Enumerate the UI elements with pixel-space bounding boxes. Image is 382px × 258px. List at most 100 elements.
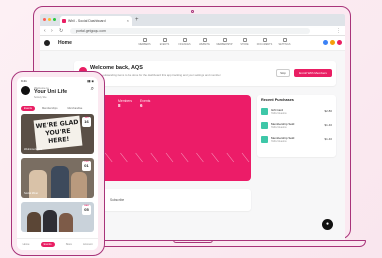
photo-person — [71, 172, 87, 198]
x-tick-label — [241, 152, 250, 163]
subscribe-label: Subscribe — [110, 198, 125, 202]
skip-button[interactable]: Skip — [276, 69, 290, 77]
event-card[interactable]: MAR 05 — [21, 202, 94, 232]
welcome-sign-image: WE'RE GLAD YOU'RE HERE! — [33, 115, 83, 151]
welcome-banner: Welcome back, AQS You have outstanding i… — [74, 61, 336, 86]
browser-tab[interactable]: Whil - Social Dashboard × — [60, 16, 132, 26]
url-input[interactable]: portal.getgoqu.com — [70, 28, 310, 34]
phone-tabs: Events Memberships Merchandise — [21, 106, 85, 111]
nav-home[interactable]: Home — [23, 243, 30, 246]
window-controls — [43, 18, 56, 21]
nav-item-finances[interactable]: FINANCES — [176, 38, 193, 46]
camera-icon — [191, 10, 194, 13]
welcome-title: Welcome back, AQS — [90, 65, 143, 71]
x-tick-label — [150, 152, 159, 163]
members-icon — [142, 38, 147, 42]
avatar[interactable] — [337, 40, 342, 45]
app-header: Home MEMBERS EVENTS FINANCES WEBSITE MEM… — [40, 36, 345, 51]
nav-item-store[interactable]: STORE — [236, 38, 253, 46]
photo-person — [51, 166, 69, 198]
website-icon — [202, 38, 207, 42]
list-item[interactable]: Membership Sold Hollis Meadow $1.40 — [261, 121, 332, 131]
purchases-title: Recent Purchases — [261, 98, 294, 102]
x-tick-label — [180, 152, 189, 163]
photo-person — [27, 212, 41, 232]
event-date-badge: MAR 05 — [82, 205, 91, 215]
header-actions — [323, 40, 342, 45]
purchase-thumbnail — [261, 108, 268, 115]
nav-item-events[interactable]: EVENTS — [156, 38, 173, 46]
status-time: 9:41 — [21, 79, 27, 83]
forward-icon[interactable]: › — [51, 27, 53, 35]
phone-subtitle: Society Site — [34, 96, 47, 99]
browser-tabbar: Whil - Social Dashboard × + — [40, 14, 345, 26]
browser-menu-icon[interactable]: ⋮ — [336, 27, 341, 35]
tab-merchandise[interactable]: Merchandise — [65, 106, 86, 111]
close-tab-icon[interactable]: × — [127, 16, 129, 26]
search-icon[interactable]: ⌕ — [91, 86, 94, 93]
back-icon[interactable]: ‹ — [44, 27, 46, 35]
favicon-icon — [62, 19, 66, 23]
nav-item-website[interactable]: WEBSITE — [196, 38, 213, 46]
tab-title: Whil - Social Dashboard — [68, 19, 106, 23]
society-logo-icon — [21, 86, 30, 95]
list-item[interactable]: Gift Card Hollis Meadow $2.80 — [261, 107, 332, 117]
top-nav: MEMBERS EVENTS FINANCES WEBSITE MEMBERSH… — [136, 38, 293, 46]
status-icons: ▮▮ ◉ — [87, 79, 94, 83]
nav-item-documents[interactable]: DOCUMENTS — [256, 38, 273, 46]
x-tick-label — [211, 152, 219, 163]
x-tick-label — [226, 152, 235, 163]
event-caption: Social Mixer — [24, 192, 39, 195]
close-window-icon[interactable] — [43, 18, 46, 21]
notification-icon[interactable] — [323, 40, 328, 45]
photo-person — [59, 213, 73, 232]
events-icon — [162, 38, 167, 42]
reload-icon[interactable]: ↻ — [59, 27, 63, 35]
x-tick-label — [120, 152, 128, 163]
laptop-notch — [173, 240, 213, 243]
welcome-subtitle: You have outstanding items to be done fo… — [90, 73, 221, 77]
store-icon — [242, 38, 247, 42]
chat-icon: ● — [325, 221, 330, 227]
nav-store[interactable]: Store — [66, 243, 72, 246]
nav-events[interactable]: Events — [40, 242, 55, 247]
nav-account[interactable]: Account — [83, 243, 92, 246]
event-date-badge: JAN 16 — [82, 117, 91, 127]
nav-item-settings[interactable]: SETTINGS — [276, 38, 293, 46]
minimize-window-icon[interactable] — [48, 18, 51, 21]
events-stat: Events 6 — [140, 99, 151, 108]
maximize-window-icon[interactable] — [53, 18, 56, 21]
phone-bottom-nav: Home Events Store Account — [17, 238, 98, 250]
event-card[interactable]: FEB 01 Social Mixer — [21, 158, 94, 198]
purchase-thumbnail — [261, 136, 268, 143]
purchase-thumbnail — [261, 122, 268, 129]
phone-frame: 9:41 ▮▮ ◉ Welcome to Your Uni Life Socie… — [11, 71, 105, 256]
members-stat: Members 8 — [118, 99, 133, 108]
x-tick-label — [135, 152, 143, 163]
event-card[interactable]: WE'RE GLAD YOU'RE HERE! JAN 16 Welcome E… — [21, 114, 94, 154]
event-caption: Welcome Event — [24, 148, 43, 151]
tab-events[interactable]: Events — [21, 106, 35, 111]
documents-icon — [262, 38, 267, 42]
nav-item-membership[interactable]: MEMBERSHIP — [216, 38, 233, 46]
x-tick-label — [196, 152, 204, 163]
finances-icon — [182, 38, 187, 42]
tab-memberships[interactable]: Memberships — [39, 106, 61, 111]
app-logo-icon[interactable] — [44, 40, 50, 46]
x-tick-label — [104, 152, 113, 163]
photo-person — [43, 210, 57, 232]
recent-purchases-card: Recent Purchases Gift Card Hollis Meadow… — [257, 95, 336, 157]
new-tab-icon[interactable]: + — [135, 16, 139, 25]
membership-icon — [222, 38, 227, 42]
list-item[interactable]: Membership Sold Hollis Meadow $1.40 — [261, 135, 332, 145]
page-title: Home — [58, 40, 72, 46]
x-tick-label — [165, 152, 174, 163]
nav-item-members[interactable]: MEMBERS — [136, 38, 153, 46]
event-date-badge: FEB 01 — [82, 161, 91, 171]
enroll-button[interactable]: Enroll With Members — [294, 69, 332, 77]
phone-title: Your Uni Life — [34, 89, 68, 95]
help-icon[interactable] — [330, 40, 335, 45]
chat-button[interactable]: ● — [322, 219, 333, 230]
phone-screen: 9:41 ▮▮ ◉ Welcome to Your Uni Life Socie… — [17, 77, 98, 250]
settings-icon — [282, 38, 287, 42]
